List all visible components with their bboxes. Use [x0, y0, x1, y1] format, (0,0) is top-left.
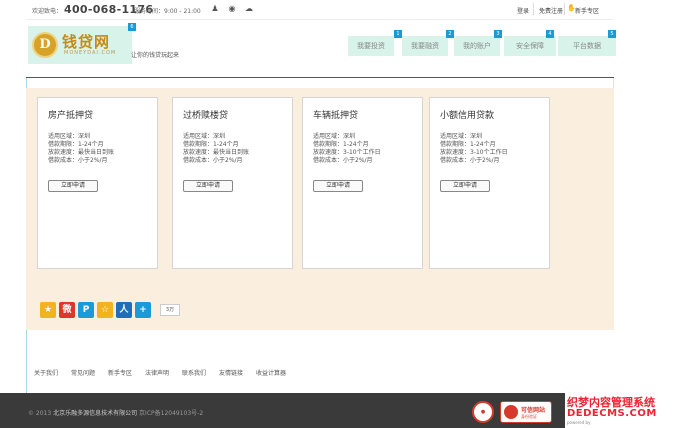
logo[interactable]: D 钱贷网 MONEYDAI.COM 6 — [28, 23, 136, 64]
service-hours: 服务时间：9:00 - 21:00 — [134, 8, 201, 15]
product-card: 车辆抵押贷 适用区域：深圳 借款期限：1-24个月 放款速度：3-10个工作日 … — [302, 97, 423, 269]
product-card: 房产抵押贷 适用区域：深圳 借款期限：1-24个月 放款速度：最快当日到账 借款… — [37, 97, 158, 269]
logo-text: 钱贷网 — [62, 33, 111, 51]
card-line: 借款成本：小于2%/月 — [48, 157, 108, 164]
nav-platform-data[interactable]: 平台数据 — [558, 36, 616, 56]
apply-button[interactable]: 立即申请 — [440, 180, 490, 192]
site-footer: © 2013 北京乐融多源信息技术有限公司 京ICP备12049103号-2 ●… — [0, 393, 677, 428]
logo-badge: 6 — [128, 23, 136, 31]
nav-badge: 3 — [494, 30, 502, 38]
footer-link-legal[interactable]: 法律声明 — [145, 368, 169, 377]
nav-badge: 2 — [446, 30, 454, 38]
weibo-icon[interactable]: 微 — [59, 302, 75, 318]
copyright: © 2013 北京乐融多源信息技术有限公司 京ICP备12049103号-2 — [28, 410, 204, 417]
renren-icon[interactable]: 人 — [116, 302, 132, 318]
footer-link-contact[interactable]: 联系我们 — [182, 368, 206, 377]
card-title: 小额信用贷款 — [440, 111, 495, 121]
apply-button[interactable]: 立即申请 — [183, 180, 233, 192]
top-bar: 欢迎致电： 400-068-1176 服务时间：9:00 - 21:00 ♟ ◉… — [26, 0, 614, 20]
login-link[interactable]: 登录 — [517, 6, 529, 15]
nav-account[interactable]: 我的账户 — [454, 36, 500, 56]
card-title: 车辆抵押贷 — [313, 111, 359, 121]
product-card: 过桥赎楼贷 适用区域：深圳 借款期限：1-24个月 放款速度：最快当日到账 借款… — [172, 97, 293, 269]
nav-badge: 4 — [546, 30, 554, 38]
nav-security[interactable]: 安全保障 — [504, 36, 556, 56]
pengyou-icon[interactable]: P — [78, 302, 94, 318]
weibo-icon[interactable]: ◉ — [227, 4, 237, 14]
qzone-icon[interactable]: ★ — [40, 302, 56, 318]
card-title: 房产抵押贷 — [48, 111, 94, 121]
wechat-icon[interactable]: ☁ — [244, 4, 254, 14]
footer-link-friends[interactable]: 友情链接 — [219, 368, 243, 377]
apply-button[interactable]: 立即申请 — [48, 180, 98, 192]
card-line: 借款成本：小于2%/月 — [313, 157, 373, 164]
footer-link-faq[interactable]: 常见问题 — [71, 368, 95, 377]
company-name: 北京乐融多源信息技术有限公司 — [53, 410, 138, 417]
products-section: 房产抵押贷 适用区域：深圳 借款期限：1-24个月 放款速度：最快当日到账 借款… — [26, 88, 614, 330]
newbie-link[interactable]: 新手专区 — [575, 6, 599, 15]
apply-button[interactable]: 立即申请 — [313, 180, 363, 192]
register-link[interactable]: 免费注册 — [539, 6, 563, 15]
qqstar-icon[interactable]: ☆ — [97, 302, 113, 318]
divider — [564, 3, 565, 15]
trusted-site-badge[interactable]: 可信网站 身份验证 — [500, 401, 552, 423]
footer-link-newbie[interactable]: 新手专区 — [108, 368, 132, 377]
more-icon[interactable]: + — [135, 302, 151, 318]
nav-badge: 1 — [394, 30, 402, 38]
footer-link-about[interactable]: 关于我们 — [34, 368, 58, 377]
share-count: 3万 — [160, 304, 180, 316]
divider — [533, 3, 534, 15]
site-header: D 钱贷网 MONEYDAI.COM 6 让你的钱贷玩起来 我要投资 1 我要融… — [26, 20, 616, 78]
nav-borrow[interactable]: 我要融资 — [402, 36, 448, 56]
watermark: 织梦内容管理系统 DEDECMS.COM powered by — [565, 393, 677, 428]
footer-link-calculator[interactable]: 收益计算器 — [256, 368, 286, 377]
qq-icon[interactable]: ♟ — [210, 4, 220, 14]
nav-invest[interactable]: 我要投资 — [348, 36, 394, 56]
security-seal-icon[interactable]: ● — [472, 401, 494, 423]
slogan: 让你的钱贷玩起来 — [131, 52, 180, 59]
welcome-text: 欢迎致电： — [32, 8, 63, 15]
coin-logo-icon: D — [32, 32, 58, 58]
logo-domain: MONEYDAI.COM — [64, 50, 117, 56]
card-line: 借款成本：小于2%/月 — [183, 157, 243, 164]
product-card: 小额信用贷款 适用区域：深圳 借款期限：1-24个月 放款速度：3-10个工作日… — [429, 97, 550, 269]
trusted-site-icon — [504, 405, 518, 419]
icp-number: 京ICP备12049103号-2 — [139, 410, 204, 417]
nav-badge: 5 — [608, 30, 616, 38]
card-line: 借款成本：小于2%/月 — [440, 157, 500, 164]
card-title: 过桥赎楼贷 — [183, 111, 229, 121]
